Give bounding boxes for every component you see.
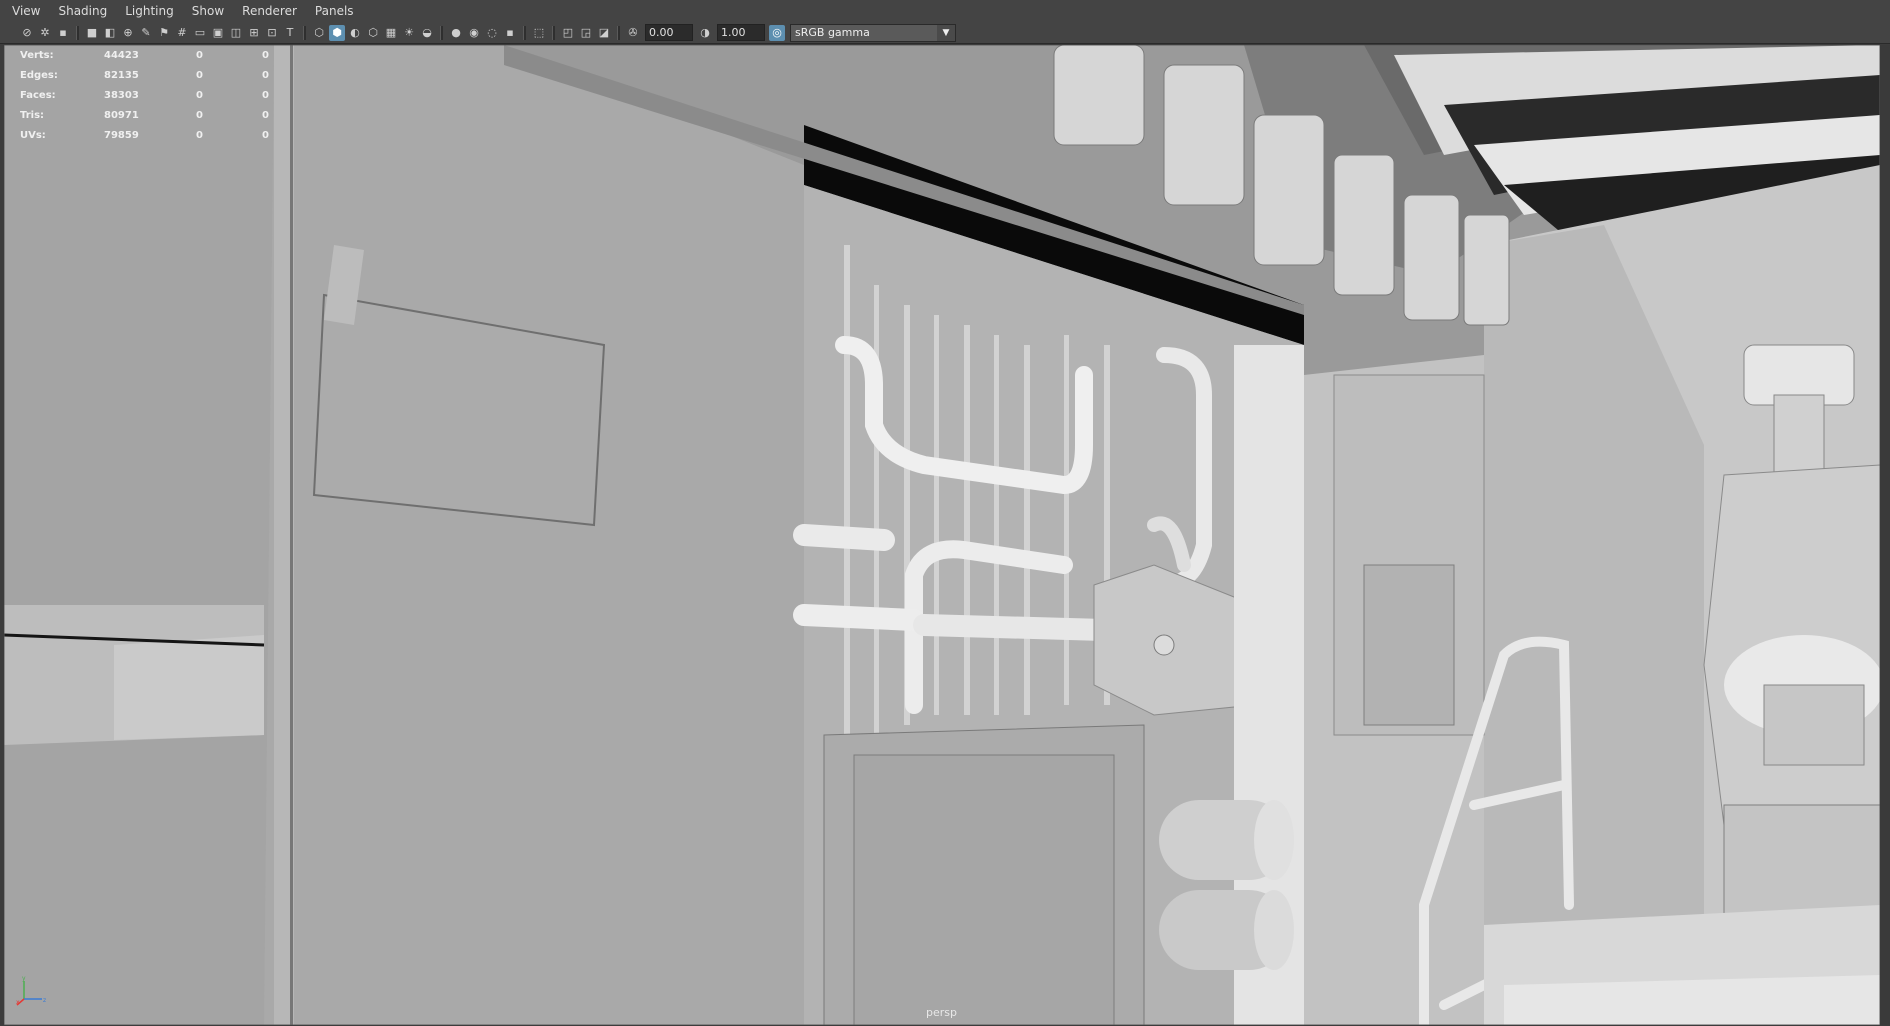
view-axis-icon: y z x — [16, 975, 46, 1006]
panel-toolbar: ⊘ ✲ ▪ ■ ◧ ⊕ ✎ ⚑ # ▭ ▣ ◫ ⊞ ⊡ T ⬡ ⬢ ◐ ⬡ ▦ … — [0, 22, 1890, 44]
hud-component: 0 — [262, 89, 269, 101]
poly-count-hud: Verts: 44423 0 0 Edges: 82135 0 0 Faces:… — [20, 45, 269, 145]
screen-space-ao-icon[interactable]: ● — [448, 25, 464, 41]
toolbar-divider — [617, 25, 620, 40]
hud-label: Edges: — [20, 69, 58, 81]
gamma-field[interactable]: 1.00 — [717, 24, 765, 41]
toolbar-divider — [440, 25, 443, 40]
gamma-icon[interactable]: ◑ — [697, 25, 713, 41]
view-transform-select[interactable]: sRGB gamma ▼ — [790, 23, 956, 42]
hud-selected: 0 — [196, 89, 203, 101]
grease-pencil-icon[interactable]: ✎ — [138, 25, 154, 41]
toolbar-divider — [552, 25, 555, 40]
image-plane-icon[interactable]: ◧ — [102, 25, 118, 41]
exposure-icon[interactable]: ✇ — [625, 25, 641, 41]
menu-renderer[interactable]: Renderer — [233, 0, 306, 22]
bookmark-camera-icon[interactable]: ■ — [84, 25, 100, 41]
wireframe-on-shaded-icon[interactable]: ⬡ — [365, 25, 381, 41]
select-camera-icon[interactable]: ⊘ — [19, 25, 35, 41]
grid-icon[interactable]: # — [174, 25, 190, 41]
maya-viewport-panel: View Shading Lighting Show Renderer Pane… — [0, 0, 1890, 1026]
resolution-gate-icon[interactable]: ▣ — [210, 25, 226, 41]
panel-right-edge — [1880, 45, 1890, 1025]
hud-selected: 0 — [196, 69, 203, 81]
motion-blur-icon[interactable]: ◉ — [466, 25, 482, 41]
use-all-lights-icon[interactable]: ☀ — [401, 25, 417, 41]
hud-row: Verts: 44423 0 0 — [20, 45, 269, 65]
xray-joints-icon[interactable]: ◲ — [578, 25, 594, 41]
depth-of-field-icon[interactable]: ▪ — [502, 25, 518, 41]
textured-icon[interactable]: ▦ — [383, 25, 399, 41]
hud-value: 82135 — [104, 69, 139, 81]
hud-selected: 0 — [196, 49, 203, 61]
xray-components-icon[interactable]: ◪ — [596, 25, 612, 41]
menu-show[interactable]: Show — [183, 0, 233, 22]
hud-label: Tris: — [20, 109, 45, 121]
safe-action-icon[interactable]: ⊡ — [264, 25, 280, 41]
hud-selected: 0 — [196, 109, 203, 121]
default-material-icon[interactable]: ◐ — [347, 25, 363, 41]
hud-value: 79859 — [104, 129, 139, 141]
toolbar-divider — [76, 25, 79, 40]
view-transform-value: sRGB gamma — [795, 25, 870, 39]
axis-z-label: z — [43, 997, 46, 1004]
hud-component: 0 — [262, 109, 269, 121]
smooth-shade-icon[interactable]: ⬢ — [329, 24, 345, 41]
hud-label: UVs: — [20, 129, 46, 141]
2d-pan-zoom-icon[interactable]: ⊕ — [120, 25, 136, 41]
axis-x-label: x — [16, 999, 20, 1006]
hud-selected: 0 — [196, 129, 203, 141]
shadows-icon[interactable]: ◒ — [419, 25, 435, 41]
safe-title-icon[interactable]: T — [282, 25, 298, 41]
menu-view[interactable]: View — [0, 0, 49, 22]
hud-label: Faces: — [20, 89, 56, 101]
multisample-aa-icon[interactable]: ◌ — [484, 25, 500, 41]
menu-panels[interactable]: Panels — [306, 0, 363, 22]
hud-value: 44423 — [104, 49, 139, 61]
lock-camera-icon[interactable]: ✲ — [37, 25, 53, 41]
menu-shading[interactable]: Shading — [49, 0, 116, 22]
hud-value: 38303 — [104, 89, 139, 101]
3d-viewport[interactable]: Verts: 44423 0 0 Edges: 82135 0 0 Faces:… — [4, 45, 1880, 1025]
color-management-icon[interactable]: ◎ — [769, 24, 785, 41]
camera-name-label: persp — [926, 1006, 957, 1019]
hud-component: 0 — [262, 69, 269, 81]
hud-row: Faces: 38303 0 0 — [20, 85, 269, 105]
isolate-select-icon[interactable]: ⬚ — [531, 25, 547, 41]
panel-menubar: View Shading Lighting Show Renderer Pane… — [0, 0, 1890, 23]
axis-y-label: y — [22, 975, 26, 982]
wireframe-icon[interactable]: ⬡ — [311, 25, 327, 41]
hud-row: Edges: 82135 0 0 — [20, 65, 269, 85]
field-chart-icon[interactable]: ⊞ — [246, 25, 262, 41]
scene-render — [4, 45, 1880, 1025]
xray-icon[interactable]: ◰ — [560, 25, 576, 41]
menu-lighting[interactable]: Lighting — [116, 0, 183, 22]
gate-mask-icon[interactable]: ◫ — [228, 25, 244, 41]
hud-component: 0 — [262, 49, 269, 61]
chevron-down-icon: ▼ — [937, 24, 955, 41]
flag-icon[interactable]: ⚑ — [156, 25, 172, 41]
hud-row: UVs: 79859 0 0 — [20, 125, 269, 145]
exposure-field[interactable]: 0.00 — [645, 24, 693, 41]
film-gate-icon[interactable]: ▭ — [192, 25, 208, 41]
hud-component: 0 — [262, 129, 269, 141]
camera-attributes-icon[interactable]: ▪ — [55, 25, 71, 41]
toolbar-divider — [523, 25, 526, 40]
hud-label: Verts: — [20, 49, 54, 61]
toolbar-divider — [303, 25, 306, 40]
hud-row: Tris: 80971 0 0 — [20, 105, 269, 125]
hud-value: 80971 — [104, 109, 139, 121]
